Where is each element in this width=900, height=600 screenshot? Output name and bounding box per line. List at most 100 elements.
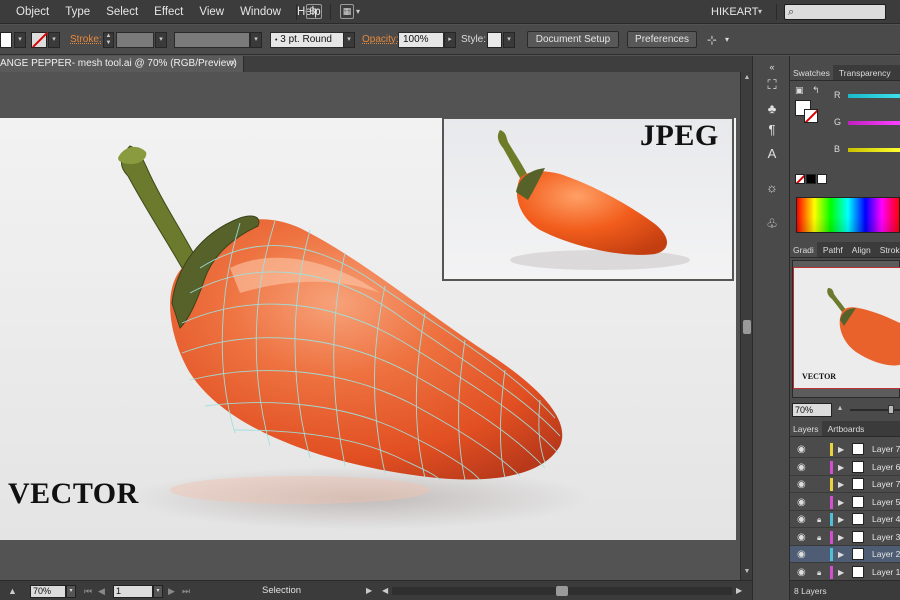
style-dropdown[interactable]: ▾ <box>503 32 515 48</box>
artboard-dropdown[interactable]: ▾ <box>153 585 163 598</box>
default-colors-icon[interactable]: ▣ <box>795 85 807 95</box>
white-swatch[interactable] <box>817 174 827 184</box>
layer-row[interactable]: ◉ ▶ Layer 6 <box>790 458 900 476</box>
swap-colors-icon[interactable]: ↰ <box>812 85 824 95</box>
visibility-eye-icon[interactable]: ◉ <box>797 494 806 511</box>
tab-layers[interactable]: Layers <box>790 421 822 436</box>
document-tab[interactable]: ANGE PEPPER- mesh tool.ai @ 70% (RGB/Pre… <box>0 56 244 72</box>
menu-select[interactable]: Select <box>98 0 146 24</box>
layer-row[interactable]: ◉ ▶ Layer 7 <box>790 441 900 458</box>
graphic-style-swatch[interactable] <box>487 32 502 48</box>
lock-icon[interactable]: 🔒︎ <box>817 529 821 546</box>
first-artboard-icon[interactable]: ⏮ <box>84 584 92 598</box>
stroke-weight-field[interactable] <box>116 32 154 48</box>
workspace-switcher[interactable]: HIKEART <box>711 0 758 24</box>
vertical-type-icon[interactable]: A <box>764 146 780 162</box>
tab-align[interactable]: Align <box>849 242 874 257</box>
collapse-icon[interactable]: « <box>764 59 780 75</box>
club-icon[interactable]: ♧ <box>764 216 780 232</box>
navigator-zoom-field[interactable]: 70% <box>792 403 832 417</box>
lock-icon[interactable]: 🔒︎ <box>817 564 821 581</box>
brush-dropdown[interactable]: ▾ <box>343 32 355 48</box>
visibility-eye-icon[interactable]: ◉ <box>797 529 806 546</box>
g-slider[interactable] <box>848 121 900 125</box>
opacity-field[interactable]: 100% <box>398 32 444 48</box>
visibility-eye-icon[interactable]: ◉ <box>797 459 806 476</box>
tab-artboards[interactable]: Artboards <box>825 421 868 436</box>
tab-swatches[interactable]: Swatches <box>790 65 833 80</box>
layer-row[interactable]: ◉ ▶ Layer 5 <box>790 493 900 511</box>
layer-row[interactable]: ◉ ▶ Layer 7 <box>790 476 900 493</box>
tab-gradient[interactable]: Gradi <box>790 242 817 257</box>
tab-transparency[interactable]: Transparency <box>836 65 894 80</box>
scroll-up-icon[interactable]: ▲ <box>8 584 17 598</box>
expand-arrow-icon[interactable]: ▶ <box>838 511 844 528</box>
stroke-dropdown[interactable]: ▾ <box>48 32 60 48</box>
preferences-button[interactable]: Preferences <box>627 31 697 48</box>
layer-row[interactable]: ◉ 🔒︎ ▶ Layer 3 <box>790 528 900 546</box>
zoom-dropdown[interactable]: ▾ <box>66 585 76 598</box>
tab-stroke[interactable]: Strok <box>877 242 900 257</box>
expand-arrow-icon[interactable]: ▶ <box>838 494 844 511</box>
expand-arrow-icon[interactable]: ▶ <box>838 459 844 476</box>
status-menu-icon[interactable]: ▶ <box>366 581 372 600</box>
layer-row[interactable]: ◉ ▶ Layer 2 <box>790 546 900 563</box>
stroke-weight-stepper[interactable]: ▲ ▼ <box>103 32 114 48</box>
menu-object[interactable]: Object <box>0 0 57 24</box>
stroke-swatch[interactable] <box>31 32 48 48</box>
help-search[interactable]: ⌕ <box>784 4 886 20</box>
layer-row[interactable]: ◉ 🔒︎ ▶ Layer 4 <box>790 511 900 528</box>
expand-arrow-icon[interactable]: ▶ <box>838 529 844 546</box>
chevron-down-icon[interactable]: ▾ <box>758 0 762 24</box>
vertical-scrollbar[interactable]: ▲ ▼ <box>740 72 752 580</box>
brush-definition[interactable]: • 3 pt. Round <box>270 32 344 48</box>
navigator-preview[interactable]: VECTOR <box>793 267 900 389</box>
variable-width-profile[interactable] <box>174 32 250 48</box>
visibility-eye-icon[interactable]: ◉ <box>797 564 806 581</box>
menu-window[interactable]: Window <box>232 0 289 24</box>
sun-icon[interactable]: ☼ <box>764 180 780 196</box>
fill-dropdown[interactable]: ▾ <box>14 32 26 48</box>
expand-arrow-icon[interactable]: ▶ <box>838 546 844 563</box>
menu-view[interactable]: View <box>191 0 232 24</box>
document-setup-button[interactable]: Document Setup <box>527 31 619 48</box>
scroll-left-icon[interactable]: ◀ <box>382 581 388 600</box>
align-options-icon[interactable]: ⊹ <box>707 32 717 48</box>
visibility-eye-icon[interactable]: ◉ <box>797 476 806 493</box>
stroke-weight-dropdown[interactable]: ▾ <box>155 32 167 48</box>
visibility-eye-icon[interactable]: ◉ <box>797 546 806 563</box>
scroll-thumb[interactable] <box>743 320 751 334</box>
tab-pathfinder[interactable]: Pathf <box>820 242 846 257</box>
previous-artboard-icon[interactable]: ◀ <box>98 584 105 598</box>
expand-arrow-icon[interactable]: ▶ <box>838 476 844 493</box>
bridge-icon[interactable]: Br <box>306 4 322 19</box>
b-slider[interactable] <box>848 148 900 152</box>
stroke-label[interactable]: Stroke: <box>70 32 102 48</box>
close-icon[interactable]: × <box>230 56 236 72</box>
menu-type[interactable]: Type <box>57 0 98 24</box>
scroll-right-icon[interactable]: ▶ <box>736 581 742 600</box>
black-swatch[interactable] <box>806 174 816 184</box>
horizontal-scroll-thumb[interactable] <box>556 586 568 596</box>
menu-effect[interactable]: Effect <box>146 0 191 24</box>
stroke-color-box[interactable] <box>804 109 818 123</box>
none-swatch[interactable] <box>795 174 805 184</box>
canvas[interactable]: JPEG VECTOR <box>0 72 740 580</box>
last-artboard-icon[interactable]: ⏭ <box>182 584 190 598</box>
profile-dropdown[interactable]: ▾ <box>250 32 262 48</box>
chevron-down-icon[interactable]: ▾ <box>356 0 360 24</box>
expand-arrow-icon[interactable]: ▶ <box>838 441 844 458</box>
scroll-down-icon[interactable]: ▼ <box>742 568 752 575</box>
opacity-label[interactable]: Opacity: <box>362 32 399 48</box>
scroll-up-icon[interactable]: ▲ <box>742 74 752 81</box>
layer-row[interactable]: ◉ 🔒︎ ▶ Layer 1 <box>790 563 900 581</box>
artboard-tool-icon[interactable]: ⛶ <box>764 77 780 93</box>
color-spectrum[interactable] <box>796 197 900 233</box>
visibility-eye-icon[interactable]: ◉ <box>797 441 806 458</box>
lock-icon[interactable]: 🔒︎ <box>817 511 821 528</box>
zoom-out-icon[interactable]: ▴ <box>838 403 842 412</box>
zoom-slider-thumb[interactable] <box>888 405 894 414</box>
expand-arrow-icon[interactable]: ▶ <box>838 564 844 581</box>
zoom-level-field[interactable]: 70% <box>30 585 66 598</box>
paragraph-icon[interactable]: ¶ <box>764 122 780 138</box>
